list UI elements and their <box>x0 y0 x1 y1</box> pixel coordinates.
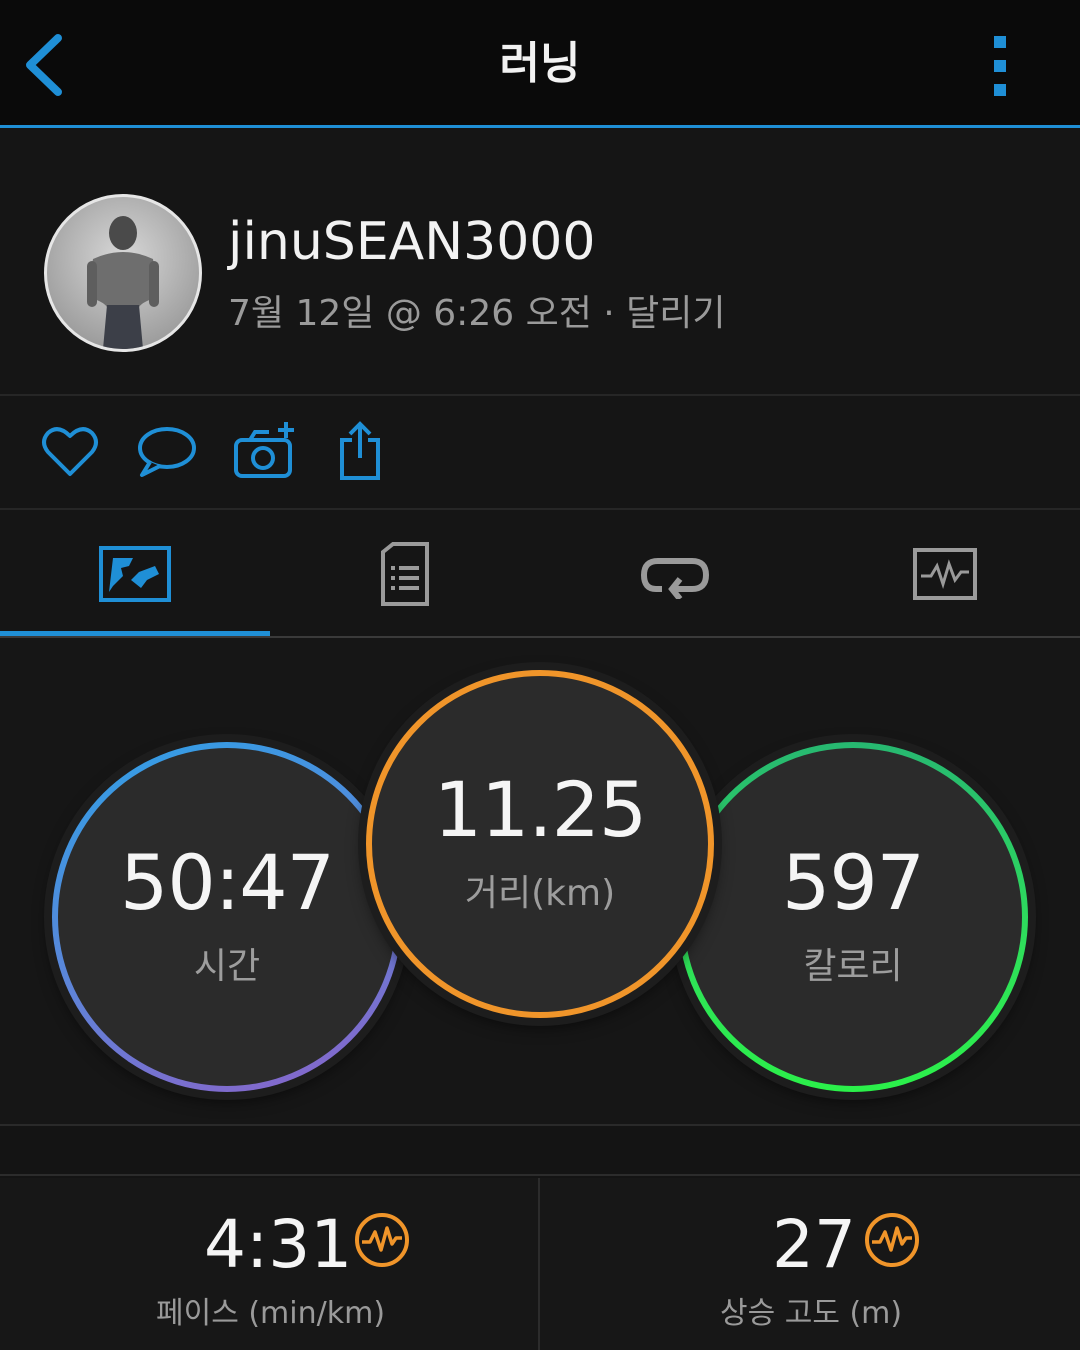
like-button[interactable] <box>38 420 102 484</box>
distance-circle: 11.25 거리(km) <box>366 670 714 1018</box>
more-vertical-icon <box>994 36 1006 96</box>
pulse-icon <box>354 1212 410 1268</box>
time-label: 시간 <box>193 946 261 987</box>
distance-value: 11.25 <box>433 765 648 854</box>
calories-circle: 597 칼로리 <box>678 742 1028 1092</box>
camera-plus-icon <box>234 422 294 478</box>
more-options-button[interactable] <box>980 34 1020 98</box>
tab-charts[interactable] <box>810 510 1080 638</box>
distance-label: 거리(km) <box>464 873 616 914</box>
section-gap <box>0 1126 1080 1176</box>
back-button[interactable] <box>22 32 82 98</box>
tab-overview[interactable] <box>0 510 270 638</box>
loop-arrows-icon <box>640 558 710 599</box>
heart-icon <box>42 427 98 476</box>
share-button[interactable] <box>328 420 392 484</box>
calories-value: 597 <box>781 838 925 927</box>
share-icon <box>340 421 380 480</box>
map-overview-icon <box>99 546 171 602</box>
comment-button[interactable] <box>134 420 198 484</box>
pace-label: 페이스 (min/km) <box>156 1296 386 1331</box>
person-photo <box>87 216 159 349</box>
tab-stats[interactable] <box>270 510 540 638</box>
chart-pulse-icon <box>913 548 977 600</box>
active-tab-indicator <box>0 631 270 636</box>
username[interactable]: jinuSEAN3000 <box>228 212 595 272</box>
stat-divider <box>538 1178 540 1350</box>
pulse-icon <box>864 1212 920 1268</box>
elevation-value: 27 <box>772 1206 856 1283</box>
time-circle: 50:47 시간 <box>52 742 402 1092</box>
time-value: 50:47 <box>119 838 335 927</box>
speech-bubble-icon <box>138 427 196 477</box>
document-list-icon <box>381 542 429 606</box>
activity-date-type: 7월 12일 @ 6:26 오전 · 달리기 <box>228 293 726 334</box>
calories-label: 칼로리 <box>803 946 903 987</box>
top-bar <box>0 0 1080 128</box>
avatar[interactable] <box>44 194 202 352</box>
add-photo-button[interactable] <box>232 420 296 484</box>
pace-value: 4:31 <box>204 1206 353 1283</box>
elevation-label: 상승 고도 (m) <box>720 1296 903 1331</box>
chevron-left-icon <box>26 34 62 96</box>
tab-laps[interactable] <box>540 510 810 638</box>
